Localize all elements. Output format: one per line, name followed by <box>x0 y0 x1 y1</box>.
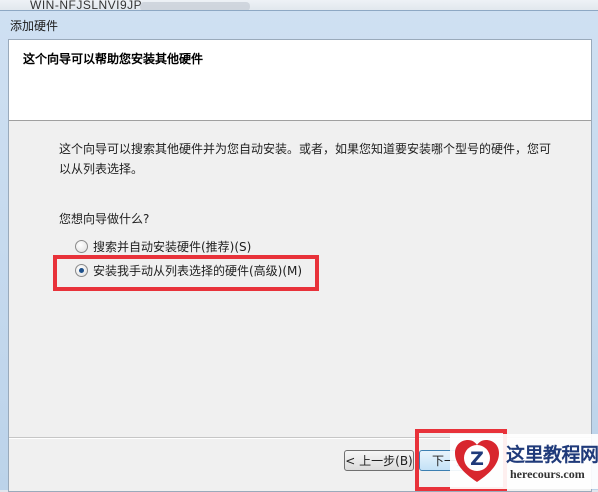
wizard-description: 这个向导可以搜索其他硬件并为您自动安装。或者，如果您知道要安装哪个型号的硬件，您… <box>59 142 552 176</box>
wizard-header-title: 这个向导可以帮助您安装其他硬件 <box>23 52 204 66</box>
annotation-highlight-option <box>53 255 319 291</box>
watermark-site: herecours.com <box>510 467 585 481</box>
watermark-name: 这里教程网 <box>506 444 598 466</box>
dialog-title: 添加硬件 <box>10 19 59 33</box>
dialog-client-area: 这个向导可以帮助您安装其他硬件 这个向导可以搜索其他硬件并为您自动安装。或者，如… <box>8 39 592 492</box>
radio-option-auto-search[interactable]: 搜索并自动安装硬件(推荐)(S) <box>75 238 251 255</box>
svg-text:Z: Z <box>470 448 484 470</box>
add-hardware-dialog: 添加硬件 这个向导可以帮助您安装其他硬件 这个向导可以搜索其他硬件并为您自动安装… <box>0 10 598 492</box>
back-button[interactable]: < 上一步(B) <box>344 450 414 471</box>
watermark-logo-icon: Z <box>455 440 499 482</box>
radio-button[interactable] <box>75 240 88 253</box>
wizard-header: 这个向导可以帮助您安装其他硬件 <box>9 40 591 121</box>
wizard-question: 您想向导做什么? <box>59 212 150 226</box>
radio-option-label: 搜索并自动安装硬件(推荐)(S) <box>93 240 252 254</box>
watermark: Z 这里教程网 herecours.com <box>450 434 598 489</box>
